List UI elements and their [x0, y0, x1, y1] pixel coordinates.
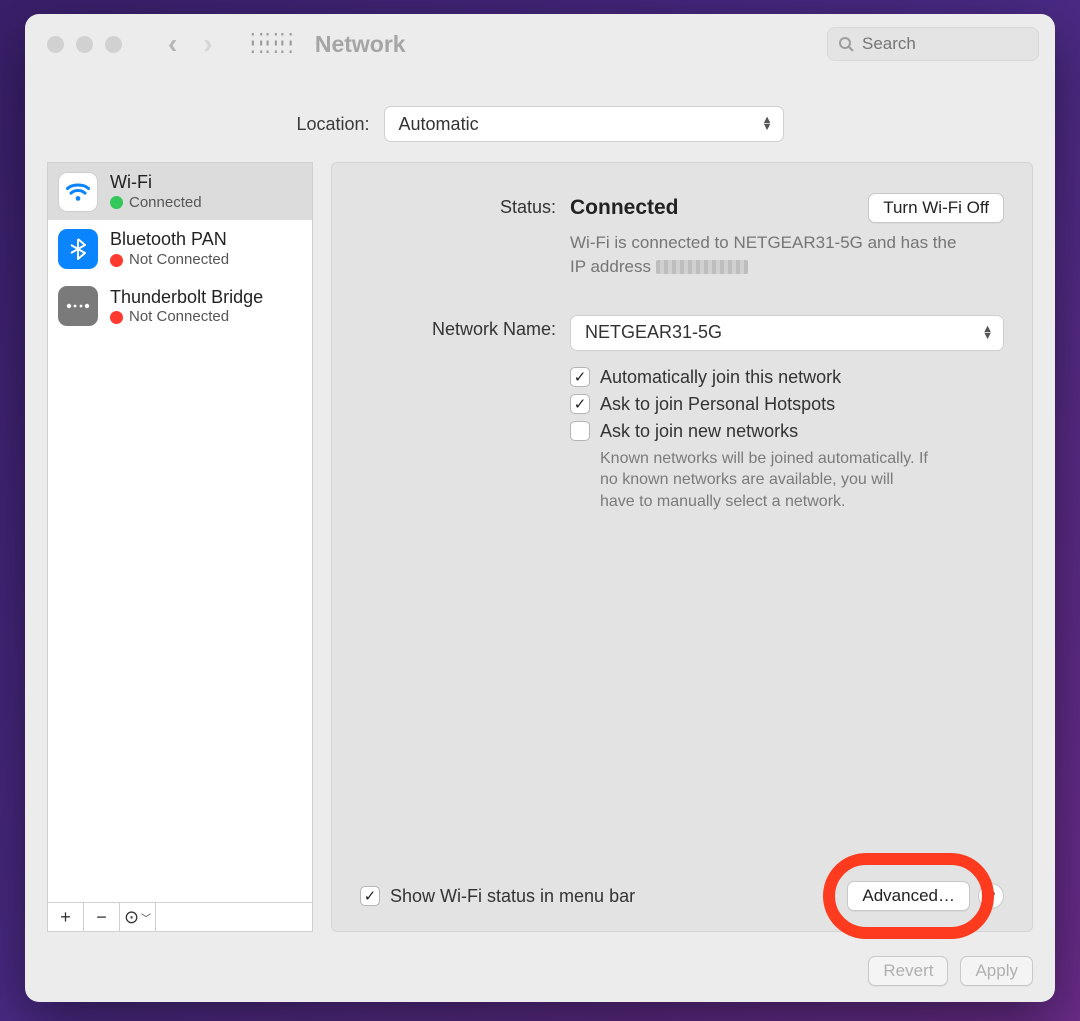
- bluetooth-icon: [58, 229, 98, 269]
- status-description: Wi-Fi is connected to NETGEAR31-5G and h…: [570, 231, 970, 279]
- sidebar-tools: + − ⊙﹀: [47, 902, 313, 932]
- network-name-select[interactable]: NETGEAR31-5G ▲▼: [570, 315, 1004, 351]
- status-label: Status:: [360, 193, 570, 218]
- sidebar-item-status: Not Connected: [129, 251, 229, 270]
- revert-button[interactable]: Revert: [868, 956, 948, 986]
- thunderbolt-bridge-icon: [58, 286, 98, 326]
- location-row: Location: Automatic ▲▼: [25, 74, 1055, 162]
- sidebar-item-wifi[interactable]: Wi-Fi Connected: [48, 163, 312, 220]
- checkbox-icon[interactable]: ✓: [360, 886, 380, 906]
- add-interface-button[interactable]: +: [48, 903, 84, 931]
- chevron-down-icon: ﹀: [141, 910, 151, 925]
- forward-button[interactable]: ›: [203, 30, 212, 58]
- page-title: Network: [315, 31, 406, 58]
- chevron-up-down-icon: ▲▼: [982, 326, 993, 340]
- sidebar-item-bluetooth[interactable]: Bluetooth PAN Not Connected: [48, 220, 312, 277]
- location-value: Automatic: [399, 114, 479, 135]
- status-dot-icon: [110, 196, 123, 209]
- search-input[interactable]: [860, 33, 1028, 55]
- sidebar-item-label: Wi-Fi: [110, 171, 202, 194]
- wifi-toggle-button[interactable]: Turn Wi-Fi Off: [868, 193, 1004, 223]
- checkbox-auto-join[interactable]: ✓ Automatically join this network: [570, 367, 1004, 388]
- location-label: Location:: [296, 114, 369, 135]
- remove-interface-button[interactable]: −: [84, 903, 120, 931]
- status-dot-icon: [110, 254, 123, 267]
- advanced-button[interactable]: Advanced…: [847, 881, 970, 911]
- nav-buttons: ‹ ›: [168, 30, 213, 58]
- network-name-label: Network Name:: [360, 315, 570, 340]
- redacted-ip: [656, 260, 748, 274]
- join-help-text: Known networks will be joined automatica…: [570, 448, 930, 513]
- apply-button[interactable]: Apply: [960, 956, 1033, 986]
- status-dot-icon: [110, 311, 123, 324]
- show-status-label: Show Wi-Fi status in menu bar: [390, 886, 635, 907]
- network-name-value: NETGEAR31-5G: [585, 322, 722, 343]
- help-button[interactable]: ?: [978, 883, 1004, 909]
- sidebar-container: Wi-Fi Connected Bluetooth PAN Not Connec…: [47, 162, 313, 932]
- checkbox-label: Ask to join Personal Hotspots: [600, 394, 835, 415]
- checkbox-icon: ✓: [570, 394, 590, 414]
- zoom-icon[interactable]: [105, 36, 122, 53]
- sidebar-item-thunderbolt[interactable]: Thunderbolt Bridge Not Connected: [48, 278, 312, 335]
- checkbox-personal-hotspots[interactable]: ✓ Ask to join Personal Hotspots: [570, 394, 1004, 415]
- footer: Revert Apply: [25, 946, 1055, 1002]
- window-controls: [47, 36, 122, 53]
- detail-bottom-row: ✓ Show Wi-Fi status in menu bar Advanced…: [360, 871, 1004, 911]
- checkbox-label: Ask to join new networks: [600, 421, 798, 442]
- location-select[interactable]: Automatic ▲▼: [384, 106, 784, 142]
- checkbox-label: Automatically join this network: [600, 367, 841, 388]
- minimize-icon[interactable]: [76, 36, 93, 53]
- checkbox-icon: ✓: [570, 367, 590, 387]
- close-icon[interactable]: [47, 36, 64, 53]
- sidebar-item-status: Not Connected: [129, 308, 229, 327]
- back-button[interactable]: ‹: [168, 30, 177, 58]
- wifi-icon: [58, 172, 98, 212]
- more-options-button[interactable]: ⊙﹀: [120, 903, 156, 931]
- sidebar-item-label: Bluetooth PAN: [110, 228, 229, 251]
- chevron-up-down-icon: ▲▼: [762, 117, 773, 131]
- system-preferences-window: ‹ › ∷∷∷∷∷∷ Network Location: Automatic ▲…: [25, 14, 1055, 1002]
- search-icon: [838, 36, 854, 52]
- checkbox-icon: [570, 421, 590, 441]
- interface-list: Wi-Fi Connected Bluetooth PAN Not Connec…: [47, 162, 313, 902]
- sidebar-item-status: Connected: [129, 194, 202, 213]
- detail-panel: Status: Connected Turn Wi-Fi Off Wi-Fi i…: [331, 162, 1033, 932]
- status-value: Connected: [570, 196, 679, 220]
- show-all-icon[interactable]: ∷∷∷∷∷∷: [251, 34, 295, 54]
- sidebar-item-label: Thunderbolt Bridge: [110, 286, 263, 309]
- search-field[interactable]: [827, 27, 1039, 61]
- titlebar: ‹ › ∷∷∷∷∷∷ Network: [25, 14, 1055, 74]
- body: Wi-Fi Connected Bluetooth PAN Not Connec…: [25, 162, 1055, 946]
- checkbox-join-new[interactable]: Ask to join new networks: [570, 421, 1004, 442]
